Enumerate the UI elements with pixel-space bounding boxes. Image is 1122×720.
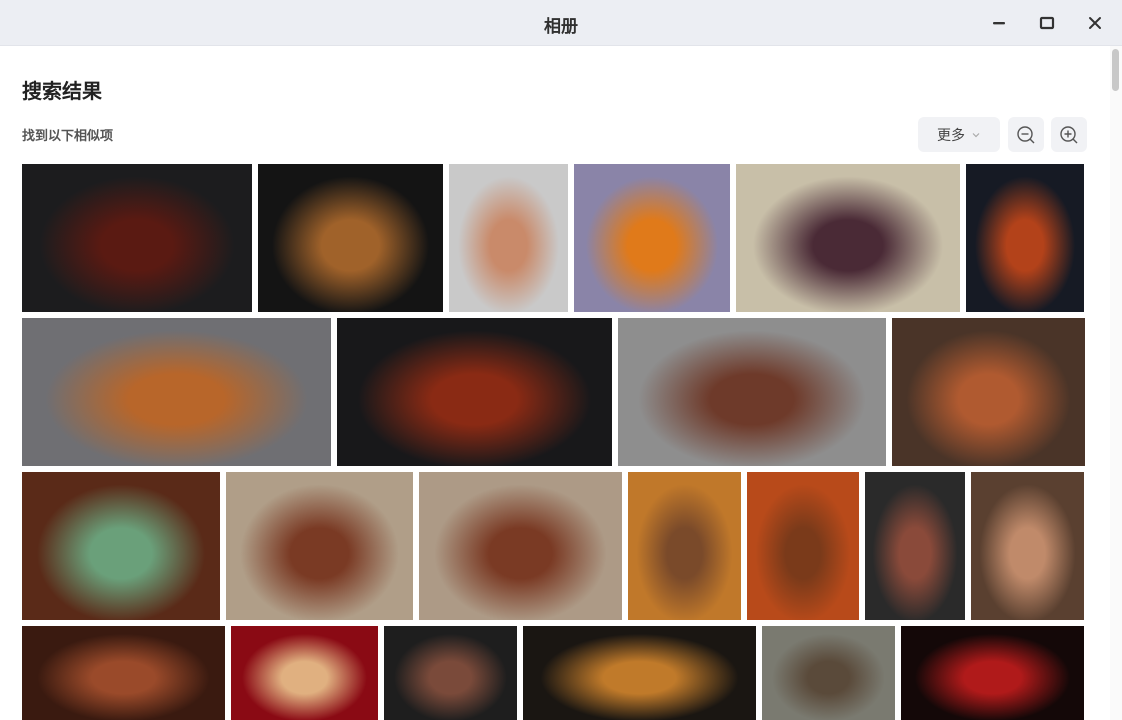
title-bar[interactable]: 相册 <box>0 0 1122 46</box>
photo-thumbnail[interactable] <box>226 472 413 620</box>
album-window: 相册 搜索结果 找到以下相似项 更多 <box>0 0 1122 720</box>
photo-thumbnail[interactable] <box>762 626 895 720</box>
close-button[interactable] <box>1080 9 1110 37</box>
zoom-in-button[interactable] <box>1051 117 1087 152</box>
photo-thumbnail[interactable] <box>618 318 886 466</box>
photo-thumbnail[interactable] <box>892 318 1085 466</box>
minimize-icon <box>993 22 1005 25</box>
zoom-out-icon <box>1017 125 1035 143</box>
photo-thumbnail[interactable] <box>258 164 443 312</box>
window-title: 相册 <box>544 17 578 37</box>
photo-thumbnail[interactable] <box>22 472 220 620</box>
photo-thumbnail[interactable] <box>865 472 965 620</box>
more-label: 更多 <box>937 127 965 144</box>
photo-thumbnail[interactable] <box>22 164 252 312</box>
scroll-thumb[interactable] <box>1112 49 1119 91</box>
photo-thumbnail[interactable] <box>736 164 960 312</box>
photo-thumbnail[interactable] <box>419 472 622 620</box>
maximize-icon <box>1039 16 1055 30</box>
page-title: 搜索结果 <box>22 79 102 103</box>
more-button[interactable]: 更多 <box>918 117 1000 152</box>
zoom-in-icon <box>1060 125 1078 143</box>
photo-thumbnail[interactable] <box>231 626 378 720</box>
close-icon <box>1089 17 1101 29</box>
maximize-button[interactable] <box>1032 9 1062 37</box>
photo-thumbnail[interactable] <box>574 164 730 312</box>
photo-thumbnail[interactable] <box>523 626 756 720</box>
photo-thumbnail[interactable] <box>22 318 331 466</box>
photo-thumbnail[interactable] <box>449 164 568 312</box>
photo-thumbnail[interactable] <box>628 472 741 620</box>
photo-thumbnail[interactable] <box>337 318 612 466</box>
photo-thumbnail[interactable] <box>901 626 1084 720</box>
photo-thumbnail[interactable] <box>966 164 1084 312</box>
photo-thumbnail[interactable] <box>384 626 517 720</box>
photo-thumbnail[interactable] <box>971 472 1084 620</box>
photo-thumbnail[interactable] <box>22 626 225 720</box>
results-subtitle: 找到以下相似项 <box>22 129 114 144</box>
vertical-scrollbar[interactable] <box>1110 46 1122 720</box>
minimize-button[interactable] <box>984 9 1014 37</box>
photo-thumbnail[interactable] <box>747 472 859 620</box>
zoom-out-button[interactable] <box>1008 117 1044 152</box>
chevron-down-icon <box>972 132 980 137</box>
